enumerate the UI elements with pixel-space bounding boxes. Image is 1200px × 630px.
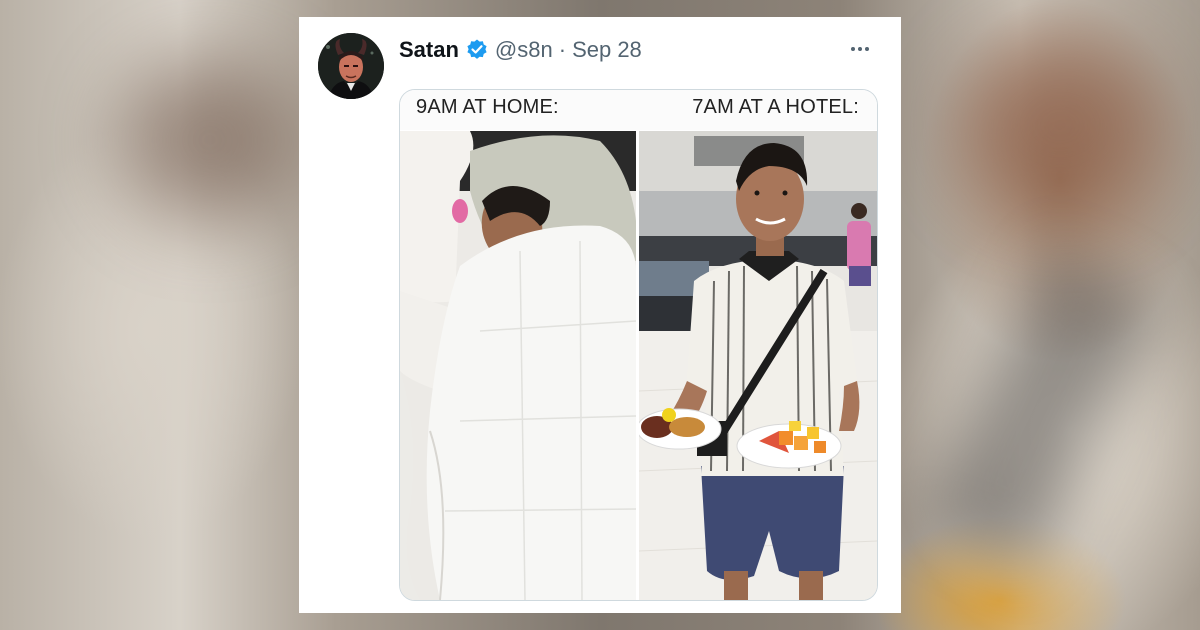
handle[interactable]: @s8n <box>495 37 553 63</box>
tweet-date[interactable]: Sep 28 <box>572 37 642 63</box>
tweet-card[interactable]: Satan @s8n · Sep 28 9AM AT HOME: 7AM AT … <box>299 17 901 613</box>
sleeping-man-photo <box>400 131 636 600</box>
hotel-buffet-photo <box>639 131 877 600</box>
left-caption: 9AM AT HOME: <box>416 96 559 118</box>
more-options-icon[interactable] <box>845 37 875 61</box>
verified-badge-icon <box>465 38 489 62</box>
tweet-media[interactable]: 9AM AT HOME: 7AM AT A HOTEL: <box>399 89 878 601</box>
display-name[interactable]: Satan <box>399 37 459 63</box>
right-caption: 7AM AT A HOTEL: <box>692 96 859 118</box>
tweet-header: Satan @s8n · Sep 28 <box>399 35 642 65</box>
avatar[interactable] <box>318 33 384 99</box>
meme-caption-bar: 9AM AT HOME: 7AM AT A HOTEL: <box>400 90 877 130</box>
separator-dot: · <box>558 37 567 62</box>
